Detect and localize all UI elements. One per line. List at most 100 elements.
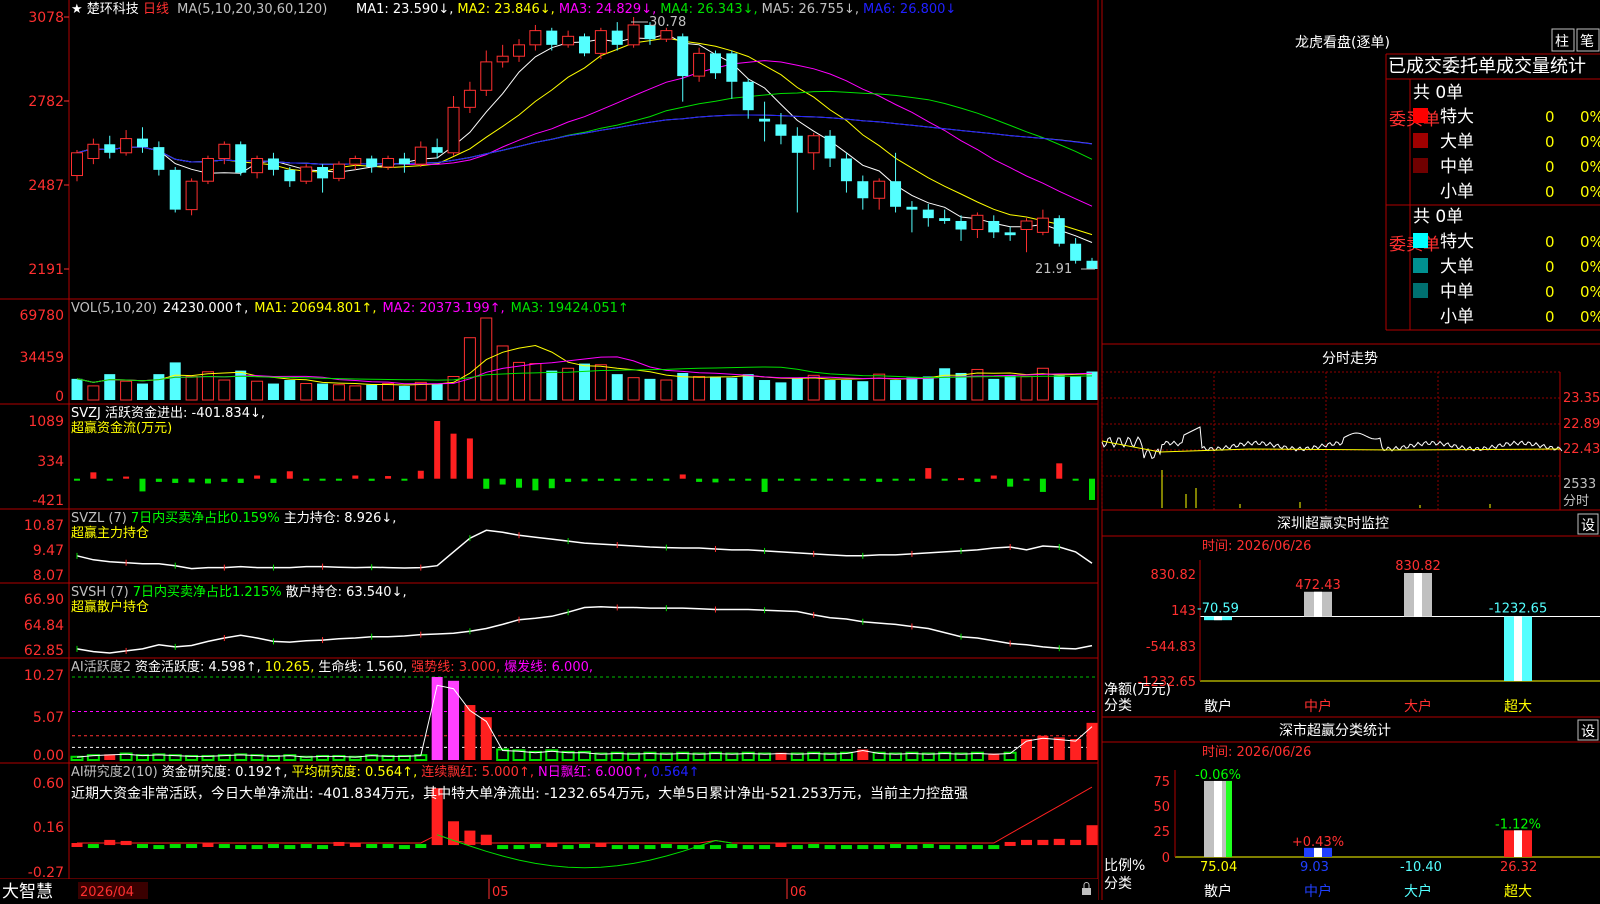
monitor-bar[interactable]: -70.59 散户: [1197, 601, 1239, 715]
volume-bar[interactable]: [807, 374, 820, 401]
fundflow-bar[interactable]: [434, 421, 441, 479]
fundflow-bar[interactable]: [990, 475, 997, 479]
volume-bar[interactable]: [726, 377, 738, 400]
research-bar[interactable]: [939, 845, 951, 850]
research-bar[interactable]: [808, 844, 820, 849]
research-bar[interactable]: [251, 845, 263, 850]
svsh-panel[interactable]: [76, 604, 1093, 654]
research-bar[interactable]: [1086, 825, 1098, 846]
candle-up[interactable]: [480, 50, 493, 96]
fundflow-bar[interactable]: [368, 478, 375, 481]
candle-up[interactable]: [447, 95, 460, 156]
fundflow-bar[interactable]: [696, 478, 703, 482]
volume-bar[interactable]: [235, 370, 247, 400]
activity-bar[interactable]: [431, 677, 443, 760]
candle-down[interactable]: [726, 50, 738, 99]
candle-down[interactable]: [988, 215, 1000, 239]
fundflow-bar[interactable]: [548, 478, 555, 489]
volume-bar[interactable]: [890, 380, 902, 400]
candle-up[interactable]: [414, 141, 427, 168]
fundflow-bar[interactable]: [1089, 478, 1095, 500]
research-bar[interactable]: [317, 845, 329, 850]
fundflow-bar[interactable]: [565, 478, 572, 482]
volume-bar[interactable]: [660, 379, 673, 401]
fundflow-bar[interactable]: [810, 478, 817, 481]
research-bar[interactable]: [726, 844, 738, 849]
volume-bar[interactable]: [513, 361, 526, 401]
research-bar[interactable]: [235, 845, 247, 850]
candle-up[interactable]: [1036, 209, 1049, 236]
volume-bar[interactable]: [791, 377, 803, 400]
fundflow-bar[interactable]: [172, 478, 179, 483]
candle-down[interactable]: [1070, 238, 1082, 264]
volume-panel[interactable]: [71, 317, 1098, 401]
fundflow-bar[interactable]: [777, 478, 784, 481]
volume-bar[interactable]: [644, 378, 656, 400]
volume-bar[interactable]: [742, 374, 754, 400]
fundflow-bar[interactable]: [712, 478, 719, 483]
classify-settings-button[interactable]: 设: [1577, 719, 1599, 741]
volume-bar[interactable]: [218, 379, 231, 401]
research-bar[interactable]: [136, 844, 148, 849]
volume-bar[interactable]: [366, 384, 378, 400]
candle-down[interactable]: [1086, 257, 1098, 269]
fundflow-bar[interactable]: [827, 478, 834, 481]
research-bar[interactable]: [104, 839, 116, 846]
candle-up[interactable]: [349, 155, 362, 170]
candle-down[interactable]: [939, 209, 951, 224]
fundflow-bar[interactable]: [74, 478, 80, 481]
research-bar[interactable]: [988, 845, 1000, 850]
candle-down[interactable]: [169, 167, 181, 213]
candle-up[interactable]: [562, 30, 575, 48]
candle-down[interactable]: [153, 141, 165, 176]
fundflow-bar[interactable]: [319, 478, 326, 481]
fundflow-bar[interactable]: [516, 478, 523, 488]
classify-chart[interactable]: -0.06% 75.04 散户 +0.43% 9.03 中户 -10.40 大户 -1.12% 2…: [1174, 768, 1600, 900]
fundflow-bar[interactable]: [417, 470, 424, 479]
research-bar[interactable]: [71, 843, 83, 847]
volume-bar[interactable]: [1070, 376, 1082, 400]
volume-bar[interactable]: [562, 367, 575, 401]
candle-up[interactable]: [201, 155, 214, 185]
tab-column[interactable]: 柱: [1551, 28, 1575, 52]
fundflow-bar[interactable]: [630, 478, 637, 481]
volume-bar[interactable]: [693, 375, 706, 401]
fundflow-bar[interactable]: [892, 478, 899, 481]
research-bar[interactable]: [169, 844, 181, 849]
fundflow-bar[interactable]: [90, 472, 97, 479]
candle-down[interactable]: [840, 152, 852, 193]
fundflow-bar[interactable]: [237, 478, 244, 483]
volume-bar[interactable]: [627, 377, 640, 401]
candle-down[interactable]: [857, 175, 869, 210]
fundflow-bar[interactable]: [385, 476, 392, 479]
candle-down[interactable]: [235, 141, 247, 176]
volume-bar[interactable]: [709, 376, 721, 400]
fundflow-bar[interactable]: [1023, 478, 1030, 481]
candle-down[interactable]: [709, 50, 721, 79]
volume-bar[interactable]: [1036, 367, 1049, 401]
fundflow-bar[interactable]: [974, 478, 981, 482]
candle-up[interactable]: [300, 164, 313, 185]
activity-bar[interactable]: [1053, 737, 1065, 760]
candle-down[interactable]: [398, 152, 410, 173]
research-bar[interactable]: [579, 844, 590, 849]
activity-bar[interactable]: [480, 717, 492, 760]
research-bar[interactable]: [349, 843, 361, 847]
fundflow-bar[interactable]: [466, 438, 473, 479]
research-bar[interactable]: [153, 845, 165, 850]
ai-active-panel[interactable]: [70, 676, 1098, 762]
candle-up[interactable]: [513, 39, 526, 62]
fundflow-bar[interactable]: [761, 478, 768, 492]
fundflow-bar[interactable]: [188, 478, 195, 483]
monitor-chart[interactable]: -70.59 散户 472.43 中户 830.82 大户 -1232.65 超大: [1197, 559, 1600, 715]
volume-bar[interactable]: [267, 383, 279, 400]
candle-down[interactable]: [136, 127, 148, 153]
candle-down[interactable]: [742, 78, 754, 119]
volume-bar[interactable]: [611, 374, 623, 400]
research-bar[interactable]: [857, 845, 869, 850]
minute-chart[interactable]: [1101, 371, 1563, 510]
research-bar[interactable]: [791, 845, 803, 850]
research-bar[interactable]: [611, 845, 623, 850]
fundflow-bar[interactable]: [794, 478, 801, 481]
research-bar[interactable]: [840, 845, 852, 850]
